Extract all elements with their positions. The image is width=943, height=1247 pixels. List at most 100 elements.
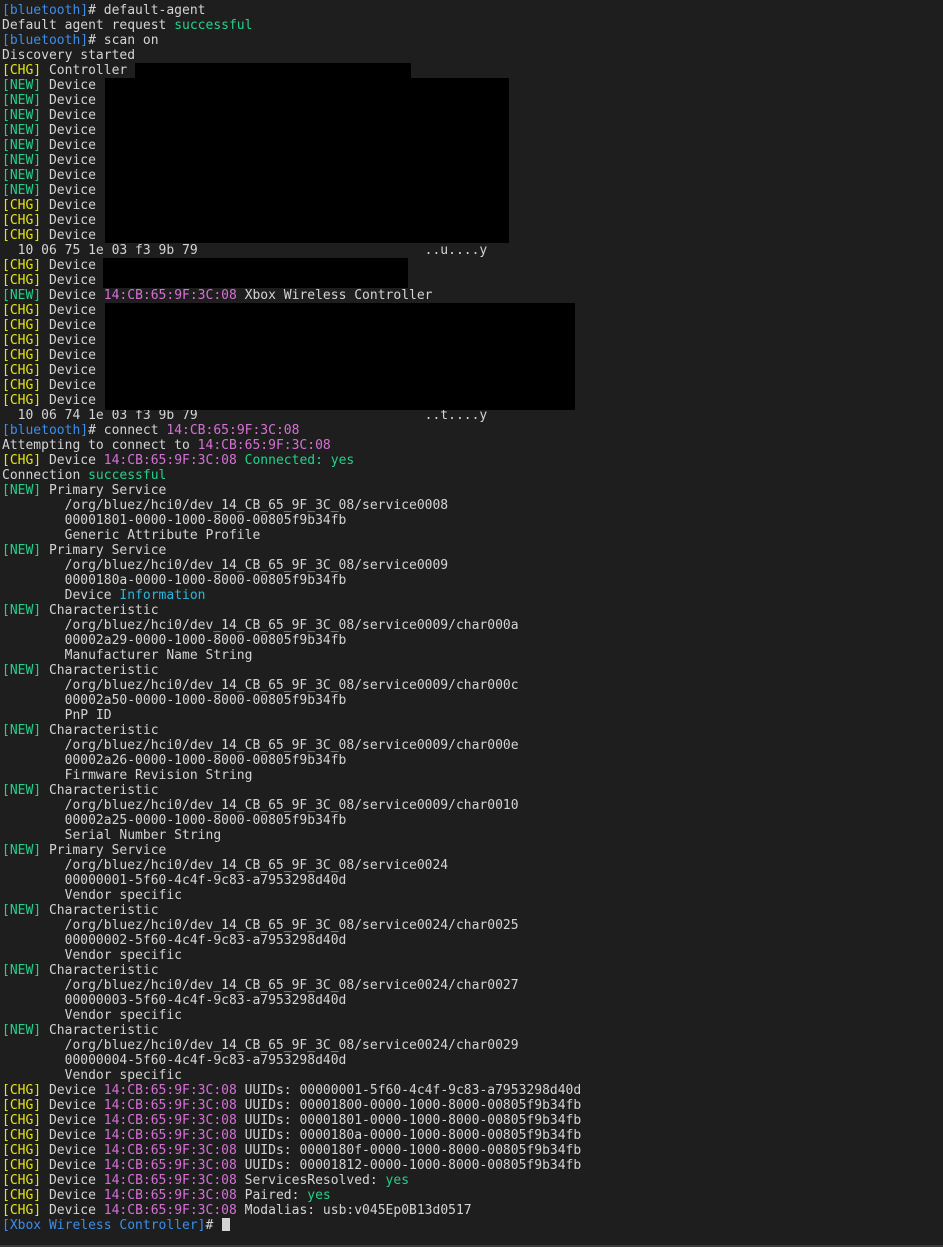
status-text: yes <box>307 1188 331 1203</box>
output-text: Device <box>41 123 96 138</box>
mac-address: 14:CB:65:9F:3C:08 <box>166 423 300 438</box>
terminal-line: [NEW] Characteristic <box>2 783 941 798</box>
terminal-line: 00000004-5f60-4c4f-9c83-a7953298d40d <box>2 1053 941 1068</box>
chg-tag: [CHG] <box>2 318 42 333</box>
output-text: Characteristic <box>41 1023 159 1038</box>
terminal-line: /org/bluez/hci0/dev_14_CB_65_9F_3C_08/se… <box>2 498 941 513</box>
terminal-line: 00000003-5f60-4c4f-9c83-a7953298d40d <box>2 993 941 1008</box>
new-tag: [NEW] <box>2 783 42 798</box>
terminal-line: /org/bluez/hci0/dev_14_CB_65_9F_3C_08/se… <box>2 738 941 753</box>
output-text: Vendor specific <box>2 948 183 963</box>
status-text: yes <box>330 453 355 468</box>
terminal-line: Default agent request successful <box>2 18 941 33</box>
output-text: Device <box>41 453 104 468</box>
new-tag: [NEW] <box>2 123 42 138</box>
new-tag: [NEW] <box>2 543 42 558</box>
output-text: Paired: <box>236 1188 308 1203</box>
output-text: Default agent request <box>2 18 175 33</box>
chg-tag: [CHG] <box>2 1158 42 1173</box>
output-text: Controller <box>41 63 128 78</box>
output-text: /org/bluez/hci0/dev_14_CB_65_9F_3C_08/se… <box>2 558 449 573</box>
output-text: Device <box>41 363 96 378</box>
terminal-line: [bluetooth]# default-agent <box>2 3 941 18</box>
output-text: /org/bluez/hci0/dev_14_CB_65_9F_3C_08/se… <box>2 798 519 813</box>
new-tag: [NEW] <box>2 138 42 153</box>
terminal-line: [CHG] Device 14:CB:65:9F:3C:08 ServicesR… <box>2 1173 941 1188</box>
output-text: Device <box>41 1113 104 1128</box>
terminal-line: 00002a50-0000-1000-8000-00805f9b34fb <box>2 693 941 708</box>
output-text: # scan on <box>88 33 159 48</box>
output-text: UUIDs: 00001812-0000-1000-8000-00805f9b3… <box>236 1158 582 1173</box>
terminal-line: [CHG] Device 14:CB:65:9F:3C:08 Modalias:… <box>2 1203 941 1218</box>
terminal-line: 10 06 75 1e 03 f3 9b 79 ..u....y <box>2 243 941 258</box>
output-text: Attempting to connect to <box>2 438 198 453</box>
output-text: Device <box>41 1173 104 1188</box>
output-text: Device <box>41 303 96 318</box>
output-text: /org/bluez/hci0/dev_14_CB_65_9F_3C_08/se… <box>2 858 449 873</box>
output-text: Device <box>41 288 104 303</box>
chg-tag: [CHG] <box>2 1173 42 1188</box>
terminal-line: /org/bluez/hci0/dev_14_CB_65_9F_3C_08/se… <box>2 918 941 933</box>
chg-tag: [CHG] <box>2 1188 42 1203</box>
terminal-line: [NEW] Characteristic <box>2 723 941 738</box>
output-text: Device <box>2 588 120 603</box>
output-text: /org/bluez/hci0/dev_14_CB_65_9F_3C_08/se… <box>2 918 519 933</box>
new-tag: [NEW] <box>2 903 42 918</box>
mac-address: 14:CB:65:9F:3C:08 <box>103 1173 237 1188</box>
chg-tag: [CHG] <box>2 303 42 318</box>
terminal-line: /org/bluez/hci0/dev_14_CB_65_9F_3C_08/se… <box>2 798 941 813</box>
chg-tag: [CHG] <box>2 1113 42 1128</box>
terminal-line: Vendor specific <box>2 888 941 903</box>
terminal-line: [CHG] Device 14:CB:65:9F:3C:08 Connected… <box>2 453 941 468</box>
mac-address: 14:CB:65:9F:3C:08 <box>103 1158 237 1173</box>
new-tag: [NEW] <box>2 603 42 618</box>
new-tag: [NEW] <box>2 153 42 168</box>
output-text: Characteristic <box>41 783 159 798</box>
output-text: # <box>205 1218 222 1233</box>
chg-tag: [CHG] <box>2 1083 42 1098</box>
terminal-line: 00000002-5f60-4c4f-9c83-a7953298d40d <box>2 933 941 948</box>
highlight-text: Information <box>119 588 206 603</box>
output-text: # connect <box>88 423 167 438</box>
output-text: Characteristic <box>41 603 159 618</box>
output-text: Manufacturer Name String <box>2 648 253 663</box>
new-tag: [NEW] <box>2 663 42 678</box>
output-text: Device <box>41 1158 104 1173</box>
terminal-line: [NEW] Primary Service <box>2 543 941 558</box>
terminal-line: [NEW] Characteristic <box>2 1023 941 1038</box>
new-tag: [NEW] <box>2 963 42 978</box>
terminal-line: Firmware Revision String <box>2 768 941 783</box>
terminal-line: [NEW] Primary Service <box>2 483 941 498</box>
terminal-line: [Xbox Wireless Controller]# <box>2 1218 941 1233</box>
output-text: Device <box>41 348 96 363</box>
output-text: 00001801-0000-1000-8000-00805f9b34fb <box>2 513 347 528</box>
terminal-line: [CHG] Device 14:CB:65:9F:3C:08 UUIDs: 00… <box>2 1113 941 1128</box>
output-text: Device <box>41 378 96 393</box>
mac-address: 14:CB:65:9F:3C:08 <box>103 288 237 303</box>
terminal-line: Attempting to connect to 14:CB:65:9F:3C:… <box>2 438 941 453</box>
status-text: yes <box>385 1173 410 1188</box>
terminal-line: 0000180a-0000-1000-8000-00805f9b34fb <box>2 573 941 588</box>
chg-tag: [CHG] <box>2 1203 42 1218</box>
output-text: Device <box>41 108 96 123</box>
terminal-line: [CHG] Device 14:CB:65:9F:3C:08 UUIDs: 00… <box>2 1098 941 1113</box>
output-text: Device <box>41 138 96 153</box>
output-text: Characteristic <box>41 723 159 738</box>
prompt-text: [Xbox Wireless Controller] <box>2 1218 206 1233</box>
output-text: 00000003-5f60-4c4f-9c83-a7953298d40d <box>2 993 347 1008</box>
terminal-line: PnP ID <box>2 708 941 723</box>
output-text: /org/bluez/hci0/dev_14_CB_65_9F_3C_08/se… <box>2 738 519 753</box>
output-text: Serial Number String <box>2 828 222 843</box>
terminal-line: /org/bluez/hci0/dev_14_CB_65_9F_3C_08/se… <box>2 618 941 633</box>
terminal-line: Vendor specific <box>2 1008 941 1023</box>
terminal-line: /org/bluez/hci0/dev_14_CB_65_9F_3C_08/se… <box>2 678 941 693</box>
output-text: Device <box>41 198 96 213</box>
output-text: Characteristic <box>41 963 159 978</box>
terminal-line: Device Information <box>2 588 941 603</box>
terminal-line: 00002a25-0000-1000-8000-00805f9b34fb <box>2 813 941 828</box>
terminal-line: [CHG] Device 14:CB:65:9F:3C:08 UUIDs: 00… <box>2 1158 941 1173</box>
output-text: Primary Service <box>41 543 167 558</box>
terminal-line: [NEW] Device 14:CB:65:9F:3C:08 Xbox Wire… <box>2 288 941 303</box>
output-text: Device <box>41 78 96 93</box>
